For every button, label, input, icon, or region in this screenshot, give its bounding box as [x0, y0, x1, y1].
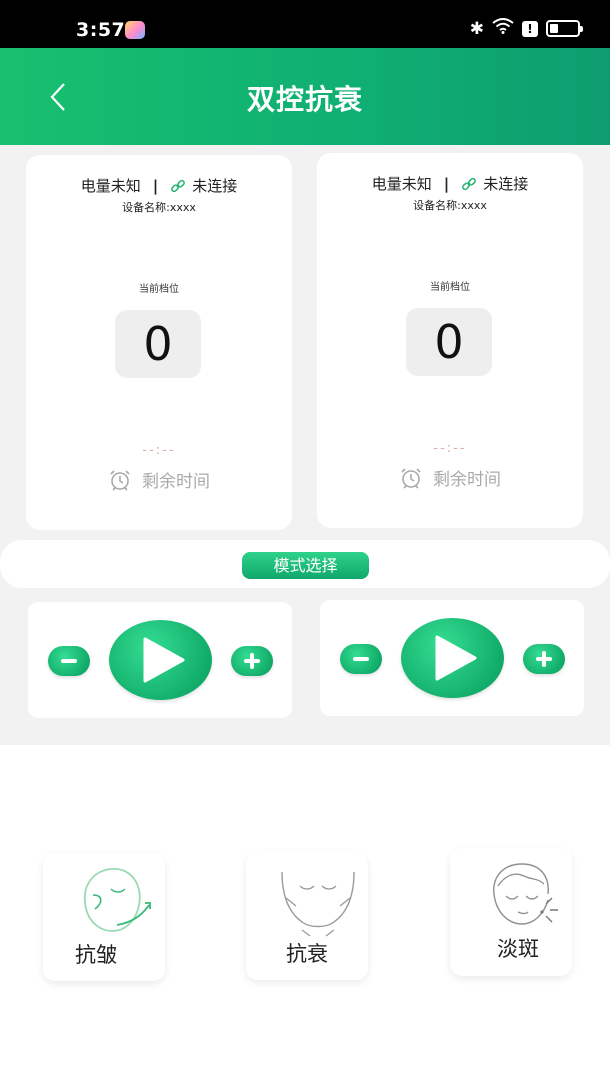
level-value: 0	[406, 308, 492, 376]
mode-strip: 模式选择	[0, 540, 610, 588]
alert-icon: !	[522, 20, 538, 37]
feature-anti-aging[interactable]: 抗衰	[246, 852, 368, 980]
increase-button[interactable]	[231, 646, 273, 676]
device-name: 设备名称:xxxx	[413, 199, 487, 212]
feature-spot-fading[interactable]: 淡斑	[450, 848, 572, 976]
link-icon	[171, 179, 186, 192]
status-bar: 3:57 ✱ !	[0, 0, 610, 48]
remaining-time-row: 剩余时间	[317, 465, 583, 490]
control-card-2	[320, 600, 584, 716]
level-label: 当前档位	[430, 282, 470, 293]
face-anti-wrinkle-icon	[83, 868, 151, 932]
feature-label: 抗衰	[286, 942, 328, 966]
time-display: --:--	[142, 443, 176, 458]
feature-label: 淡斑	[497, 937, 539, 961]
status-icons: ✱ !	[469, 18, 583, 39]
status-separator: |	[443, 174, 450, 193]
device-name: 设备名称:xxxx	[122, 201, 196, 214]
remaining-time-label: 剩余时间	[433, 470, 501, 490]
alarm-clock-icon	[110, 469, 130, 491]
device-status-row: 电量未知 | 未连接	[317, 173, 583, 194]
level-value: 0	[115, 310, 201, 378]
connection-status[interactable]: 未连接	[192, 175, 237, 196]
battery-status: 电量未知	[371, 175, 432, 193]
page-title: 双控抗衰	[246, 83, 363, 116]
play-icon	[143, 637, 185, 683]
app-notification-icon	[125, 21, 145, 39]
battery-icon	[546, 20, 583, 37]
play-icon	[435, 635, 477, 681]
link-icon	[462, 177, 477, 190]
device-card-1: 电量未知 | 未连接 设备名称:xxxx 当前档位 0 --:-- 剩余时间	[26, 155, 292, 530]
level-label: 当前档位	[139, 284, 179, 295]
decrease-button[interactable]	[48, 646, 90, 676]
play-button[interactable]	[401, 618, 504, 698]
wifi-icon	[492, 18, 514, 39]
device-card-2: 电量未知 | 未连接 设备名称:xxxx 当前档位 0 --:-- 剩余时间	[317, 153, 583, 528]
control-card-1	[28, 602, 292, 718]
bluetooth-icon: ✱	[469, 18, 484, 39]
decrease-button[interactable]	[340, 644, 382, 674]
status-separator: |	[152, 176, 159, 195]
play-button[interactable]	[109, 620, 212, 700]
feature-anti-wrinkle[interactable]: 抗皱	[43, 853, 165, 981]
feature-label: 抗皱	[75, 943, 117, 967]
app-header: 双控抗衰	[0, 48, 610, 145]
time-display: --:--	[433, 441, 467, 456]
remaining-time-row: 剩余时间	[26, 467, 292, 492]
device-status-row: 电量未知 | 未连接	[26, 175, 292, 196]
face-spot-fading-icon	[493, 863, 558, 925]
face-anti-aging-icon	[281, 871, 355, 937]
remaining-time-label: 剩余时间	[142, 472, 210, 492]
connection-status[interactable]: 未连接	[483, 173, 528, 194]
mode-select-button[interactable]: 模式选择	[242, 552, 369, 579]
alarm-clock-icon	[401, 467, 421, 489]
status-time: 3:57	[76, 19, 126, 41]
battery-status: 电量未知	[80, 177, 141, 195]
increase-button[interactable]	[523, 644, 565, 674]
